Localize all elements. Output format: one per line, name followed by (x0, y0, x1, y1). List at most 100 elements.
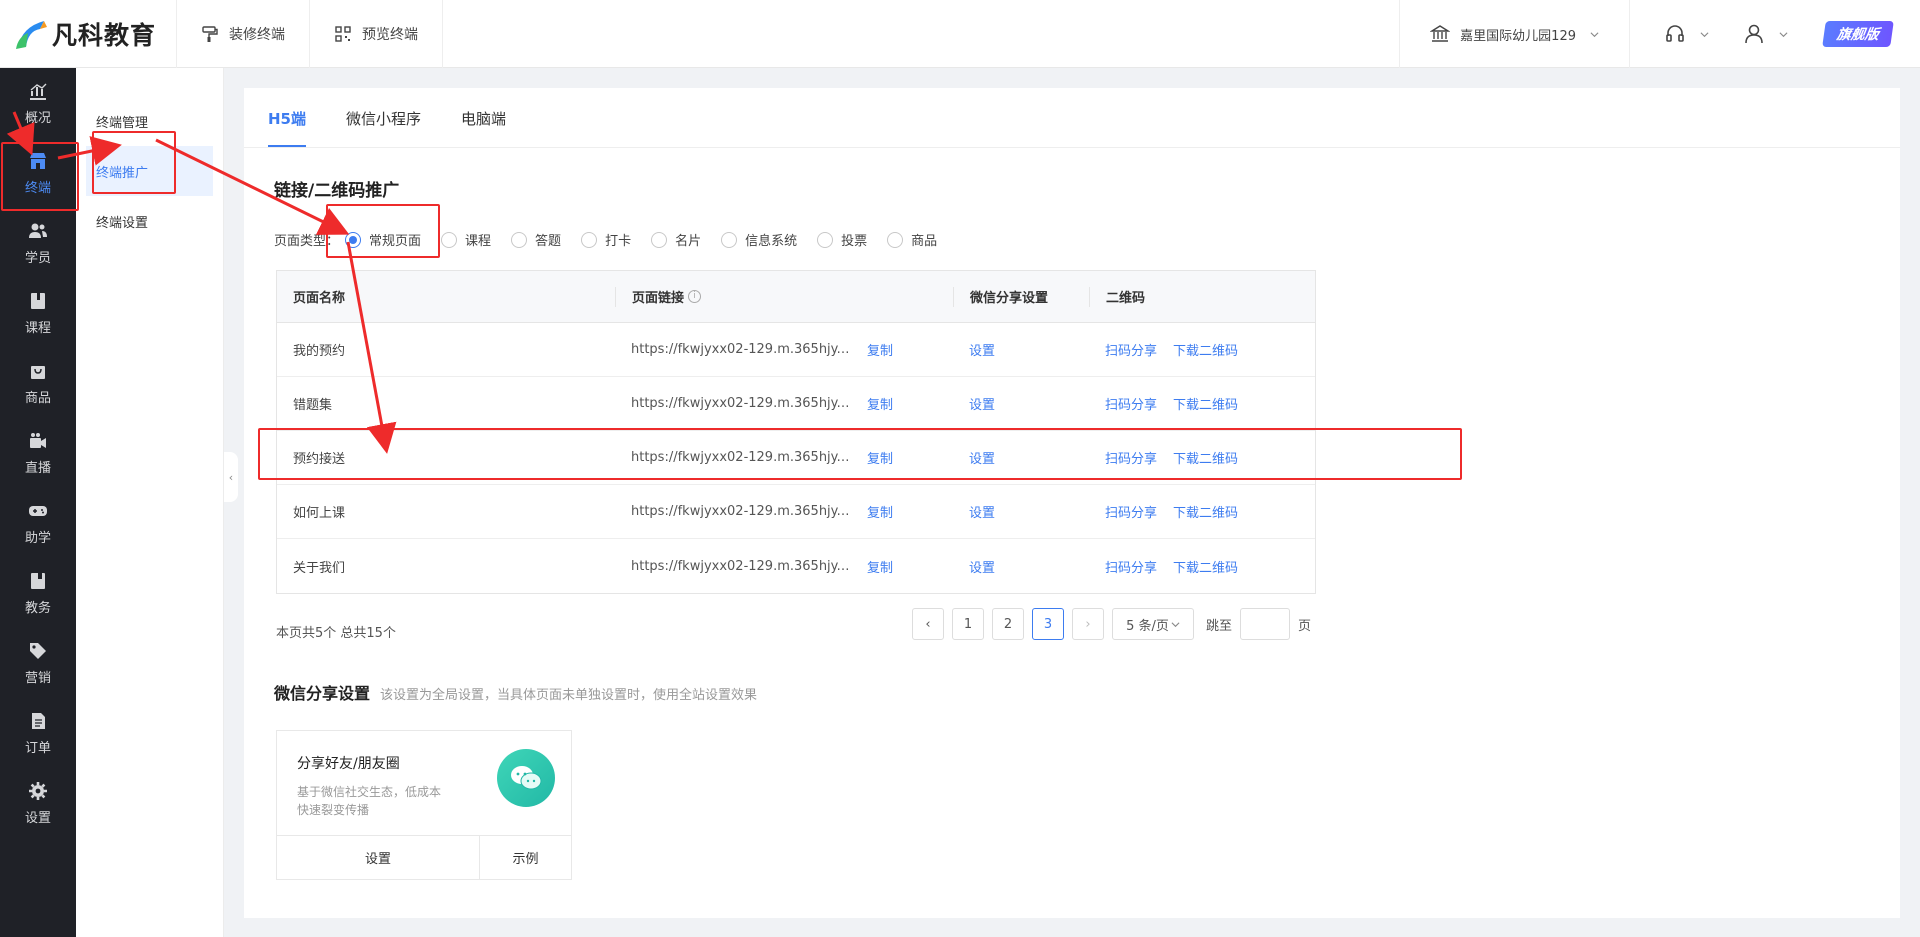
card-desc: 基于微信社交生态，低成本快速裂变传播 (297, 785, 442, 817)
header-qrcode: 二维码 (1106, 291, 1146, 306)
page-size-value: 5 条/页 (1126, 618, 1169, 634)
radio-dot (887, 231, 904, 248)
radio-info-system[interactable]: 信息系统 (721, 230, 797, 249)
copy-link-button[interactable]: 复制 (867, 448, 893, 467)
radio-business-card[interactable]: 名片 (651, 230, 701, 249)
share-settings-button[interactable]: 设置 (969, 561, 995, 576)
table-row: 如何上课 https://fkwjyxx02-129.m.365hjy.co..… (277, 485, 1315, 539)
radio-dot (817, 231, 834, 248)
copy-link-button[interactable]: 复制 (867, 394, 893, 413)
radio-label: 答题 (535, 234, 562, 249)
prev-page-button[interactable]: ‹ (912, 608, 944, 640)
logo[interactable]: 凡科教育 (0, 0, 177, 68)
copy-link-button[interactable]: 复制 (867, 557, 893, 576)
subnav-item-terminal-settings[interactable]: 终端设置 (76, 196, 223, 246)
tab-h5[interactable]: H5端 (268, 108, 306, 147)
page-size-select[interactable]: 5 条/页 (1112, 608, 1194, 640)
user-menu[interactable] (1743, 23, 1788, 45)
download-qrcode-button[interactable]: 下载二维码 (1173, 561, 1238, 576)
row-url: https://fkwjyxx02-129.m.365hjy.co... (631, 450, 851, 465)
row-share-setting: 设置 (953, 448, 1089, 467)
decorate-terminal-label: 装修终端 (229, 26, 285, 43)
bag-icon (31, 365, 45, 379)
next-page-button[interactable]: › (1072, 608, 1104, 640)
edition-badge[interactable]: 旗舰版 (1822, 21, 1894, 47)
header-wechat-share: 微信分享设置 (970, 291, 1049, 306)
table-header: 页面名称 页面链接 i 微信分享设置 二维码 (277, 271, 1315, 323)
copy-link-button[interactable]: 复制 (867, 502, 893, 521)
collapse-sidebar-handle[interactable]: ‹ (224, 452, 238, 502)
download-qrcode-button[interactable]: 下载二维码 (1173, 344, 1238, 359)
download-qrcode-button[interactable]: 下载二维码 (1173, 398, 1238, 413)
row-share-setting: 设置 (953, 340, 1089, 359)
wechat-share-section-header: 微信分享设置 该设置为全局设置，当具体页面未单独设置时，使用全站设置效果 (274, 680, 757, 704)
radio-course[interactable]: 课程 (441, 230, 491, 249)
radio-label: 信息系统 (745, 234, 798, 249)
support-menu[interactable] (1664, 23, 1709, 45)
school-selector[interactable]: 嘉里国际幼儿园129 (1399, 0, 1630, 68)
wechat-share-desc: 该设置为全局设置，当具体页面未单独设置时，使用全站设置效果 (380, 688, 758, 703)
row-url: https://fkwjyxx02-129.m.365hjy.co... (631, 504, 851, 519)
nav-item-overview[interactable]: 概况 (0, 68, 76, 138)
nav-item-settings[interactable]: 设置 (0, 768, 76, 838)
nav-item-students[interactable]: 学员 (0, 208, 76, 278)
subnav-label: 终端管理 (96, 115, 149, 131)
scan-share-button[interactable]: 扫码分享 (1105, 344, 1157, 359)
nav-item-academic[interactable]: 教务 (0, 558, 76, 628)
nav-item-marketing[interactable]: 营销 (0, 628, 76, 698)
scan-share-button[interactable]: 扫码分享 (1105, 452, 1157, 467)
nav-item-terminal[interactable]: 终端 (0, 138, 76, 208)
share-settings-button[interactable]: 设置 (969, 452, 995, 467)
tab-wechat-mini-program[interactable]: 微信小程序 (346, 108, 421, 147)
chevron-down-icon (1590, 31, 1599, 37)
radio-label: 商品 (911, 234, 938, 249)
share-settings-button[interactable]: 设置 (969, 344, 995, 359)
radio-vote[interactable]: 投票 (817, 230, 867, 249)
row-qrcode: 扫码分享 下载二维码 (1089, 502, 1315, 521)
preview-terminal-tab[interactable]: 预览终端 (310, 0, 443, 68)
radio-dot (345, 231, 362, 248)
share-settings-button[interactable]: 设置 (969, 398, 995, 413)
wechat-chat-icon (497, 749, 555, 807)
share-settings-button[interactable]: 设置 (969, 506, 995, 521)
copy-link-button[interactable]: 复制 (867, 340, 893, 359)
download-qrcode-button[interactable]: 下载二维码 (1173, 506, 1238, 521)
scan-share-button[interactable]: 扫码分享 (1105, 561, 1157, 576)
radio-regular-page[interactable]: 常规页面 (345, 230, 421, 249)
nav-item-orders[interactable]: 订单 (0, 698, 76, 768)
page-button-3[interactable]: 3 (1032, 608, 1064, 640)
user-icon (1745, 24, 1763, 44)
page-button-2[interactable]: 2 (992, 608, 1024, 640)
row-qrcode: 扫码分享 下载二维码 (1089, 557, 1315, 576)
nav-label: 商品 (24, 390, 51, 406)
notebook-icon (31, 572, 45, 589)
subnav-item-terminal-promotion[interactable]: 终端推广 (86, 146, 213, 196)
subnav-item-terminal-management[interactable]: 终端管理 (76, 96, 223, 146)
decorate-terminal-tab[interactable]: 装修终端 (177, 0, 310, 68)
chevron-down-icon (1779, 31, 1788, 37)
tag-icon (30, 642, 46, 659)
card-example-button[interactable]: 示例 (480, 836, 571, 879)
radio-product[interactable]: 商品 (887, 230, 937, 249)
bank-icon (1430, 25, 1451, 42)
row-page-name: 如何上课 (293, 506, 346, 521)
nav-label: 营销 (24, 670, 51, 686)
section-title: 链接/二维码推广 (274, 181, 400, 201)
scan-share-button[interactable]: 扫码分享 (1105, 506, 1157, 521)
page-button-1[interactable]: 1 (952, 608, 984, 640)
nav-item-products[interactable]: 商品 (0, 348, 76, 418)
tab-pc[interactable]: 电脑端 (461, 108, 506, 147)
jump-page-input[interactable] (1240, 608, 1291, 640)
info-icon[interactable]: i (688, 290, 702, 303)
nav-item-live[interactable]: 直播 (0, 418, 76, 488)
nav-item-courses[interactable]: 课程 (0, 278, 76, 348)
scan-share-button[interactable]: 扫码分享 (1105, 398, 1157, 413)
row-page-link: https://fkwjyxx02-129.m.365hjy.co... 复制 (615, 557, 953, 576)
download-qrcode-button[interactable]: 下载二维码 (1173, 452, 1238, 467)
radio-quiz[interactable]: 答题 (511, 230, 561, 249)
card-settings-button[interactable]: 设置 (277, 836, 480, 879)
nav-item-study-aid[interactable]: 助学 (0, 488, 76, 558)
header-page-link-label: 页面链接 (632, 291, 685, 306)
table-row: 预约接送 https://fkwjyxx02-129.m.365hjy.co..… (277, 431, 1315, 485)
radio-checkin[interactable]: 打卡 (581, 230, 631, 249)
